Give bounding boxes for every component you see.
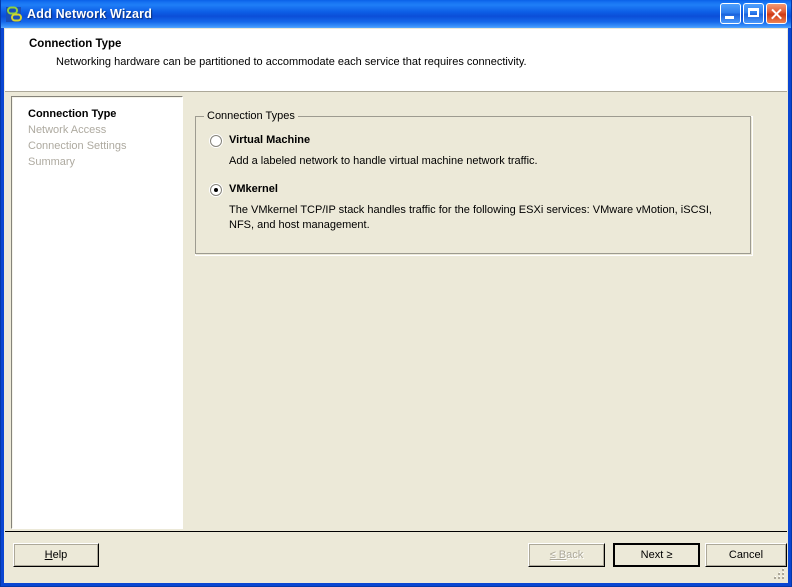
radio-virtual-machine-icon[interactable] xyxy=(210,135,222,147)
client-area: Connection Type Networking hardware can … xyxy=(4,28,788,583)
minimize-button[interactable] xyxy=(720,3,741,24)
page-subtitle: Networking hardware can be partitioned t… xyxy=(56,56,527,68)
wizard-header: Connection Type Networking hardware can … xyxy=(5,29,787,92)
page-title: Connection Type xyxy=(29,38,122,50)
wizard-step-list: Connection Type Network Access Connectio… xyxy=(11,96,183,529)
sidebar-item-network-access[interactable]: Network Access xyxy=(28,122,182,138)
next-button-label: Next ≥ xyxy=(640,549,673,561)
groupbox-legend: Connection Types xyxy=(204,110,298,122)
radio-vmkernel-description: The VMkernel TCP/IP stack handles traffi… xyxy=(229,204,712,231)
back-button[interactable]: ≤ Back xyxy=(528,543,605,567)
wizard-body: Connection Type Network Access Connectio… xyxy=(5,92,787,531)
radio-option-vmkernel[interactable]: VMkernel xyxy=(208,183,738,196)
sidebar-item-connection-type[interactable]: Connection Type xyxy=(28,106,182,122)
next-button[interactable]: Next ≥ xyxy=(613,543,700,567)
window-title: Add Network Wizard xyxy=(27,7,153,21)
sidebar-item-connection-settings[interactable]: Connection Settings xyxy=(28,138,182,154)
radio-virtual-machine-description: Add a labeled network to handle virtual … xyxy=(229,155,538,167)
back-button-label: ack xyxy=(566,549,584,561)
radio-vmkernel-icon[interactable] xyxy=(210,184,222,196)
window-controls xyxy=(720,3,787,24)
sidebar-item-summary[interactable]: Summary xyxy=(28,154,182,170)
back-button-accelerator: ≤ B xyxy=(549,549,567,561)
connection-types-groupbox: Connection Types Virtual Machine Add a l… xyxy=(195,110,753,256)
radio-option-virtual-machine[interactable]: Virtual Machine xyxy=(208,134,738,147)
maximize-button[interactable] xyxy=(743,3,764,24)
resize-grip[interactable] xyxy=(772,567,786,581)
add-network-wizard-window: Add Network Wizard Connection Type Netwo… xyxy=(0,0,792,587)
help-button[interactable]: Help xyxy=(13,543,99,567)
help-button-accelerator: H xyxy=(44,549,53,561)
wizard-content: Connection Types Virtual Machine Add a l… xyxy=(183,92,787,531)
cancel-button-label: Cancel xyxy=(728,549,764,561)
radio-virtual-machine-label: Virtual Machine xyxy=(229,134,311,146)
network-wizard-icon xyxy=(5,6,22,23)
radio-vmkernel-label: VMkernel xyxy=(229,183,278,195)
close-button[interactable] xyxy=(766,3,787,24)
wizard-footer: Help ≤ Back Next ≥ Cancel xyxy=(5,531,787,582)
title-bar[interactable]: Add Network Wizard xyxy=(1,0,791,28)
help-button-label: elp xyxy=(52,549,68,561)
cancel-button[interactable]: Cancel xyxy=(705,543,787,567)
